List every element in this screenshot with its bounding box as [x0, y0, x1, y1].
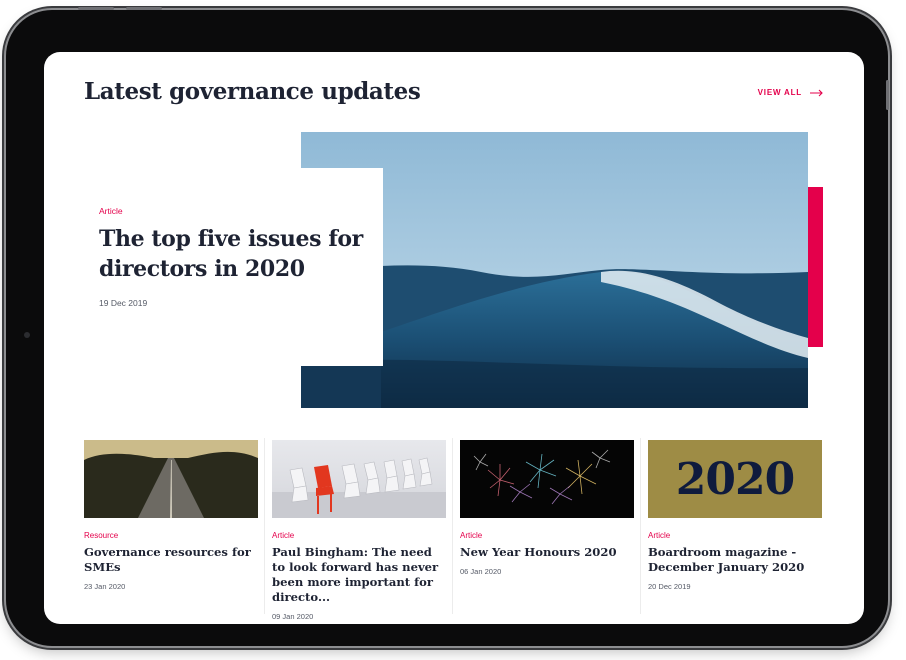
volume-button: [78, 7, 114, 10]
chairs-image[interactable]: [272, 440, 446, 518]
article-card-3[interactable]: Article New Year Honours 2020 06 Jan 202…: [460, 440, 634, 618]
card-divider: [452, 438, 453, 614]
power-button: [126, 7, 162, 10]
card-title[interactable]: Governance resources for SMEs: [84, 545, 258, 575]
magazine-cover-image[interactable]: 2020: [648, 440, 822, 518]
cover-year: 2020: [675, 453, 795, 505]
card-date: 23 Jan 2020: [84, 582, 126, 591]
card-tag: Resource: [84, 531, 119, 540]
card-title[interactable]: New Year Honours 2020: [460, 545, 634, 560]
tablet-frame: Latest governance updates VIEW ALL Artic…: [6, 7, 889, 646]
hero-article-card[interactable]: Article The top five issues for director…: [84, 168, 383, 366]
card-divider: [264, 438, 265, 614]
arrow-right-icon: [810, 89, 823, 96]
hero-title-line2: directors in 2020: [99, 256, 305, 282]
card-date: 06 Jan 2020: [460, 567, 502, 576]
view-all-link[interactable]: VIEW ALL: [758, 88, 824, 97]
hero-title[interactable]: The top five issues for directors in 202…: [99, 224, 367, 284]
fireworks-image[interactable]: [460, 440, 634, 518]
road-image[interactable]: [84, 440, 258, 518]
article-card-2[interactable]: Article Paul Bingham: The need to look f…: [272, 440, 446, 621]
fireworks-illustration: [473, 449, 611, 505]
card-date: 09 Jan 2020: [272, 612, 314, 621]
screen: Latest governance updates VIEW ALL Artic…: [44, 52, 864, 624]
hero-title-line1: The top five issues for: [99, 226, 363, 252]
hero-tag: Article: [99, 206, 123, 216]
article-card-4[interactable]: 2020 Article Boardroom magazine - Decemb…: [648, 440, 822, 618]
article-card-1[interactable]: Resource Governance resources for SMEs 2…: [84, 440, 258, 618]
road-illustration: [84, 440, 258, 518]
card-divider: [640, 438, 641, 614]
side-button: [886, 80, 889, 110]
hero-date: 19 Dec 2019: [99, 298, 148, 308]
card-tag: Article: [648, 531, 671, 540]
card-title[interactable]: Paul Bingham: The need to look forward h…: [272, 545, 446, 605]
page-title: Latest governance updates: [84, 78, 421, 105]
card-tag: Article: [272, 531, 295, 540]
camera-icon: [24, 332, 30, 338]
card-title[interactable]: Boardroom magazine - December January 20…: [648, 545, 822, 575]
card-tag: Article: [460, 531, 483, 540]
chairs-illustration: [272, 457, 446, 518]
view-all-label: VIEW ALL: [757, 88, 802, 97]
accent-bar: [808, 187, 823, 347]
card-date: 20 Dec 2019: [648, 582, 691, 591]
